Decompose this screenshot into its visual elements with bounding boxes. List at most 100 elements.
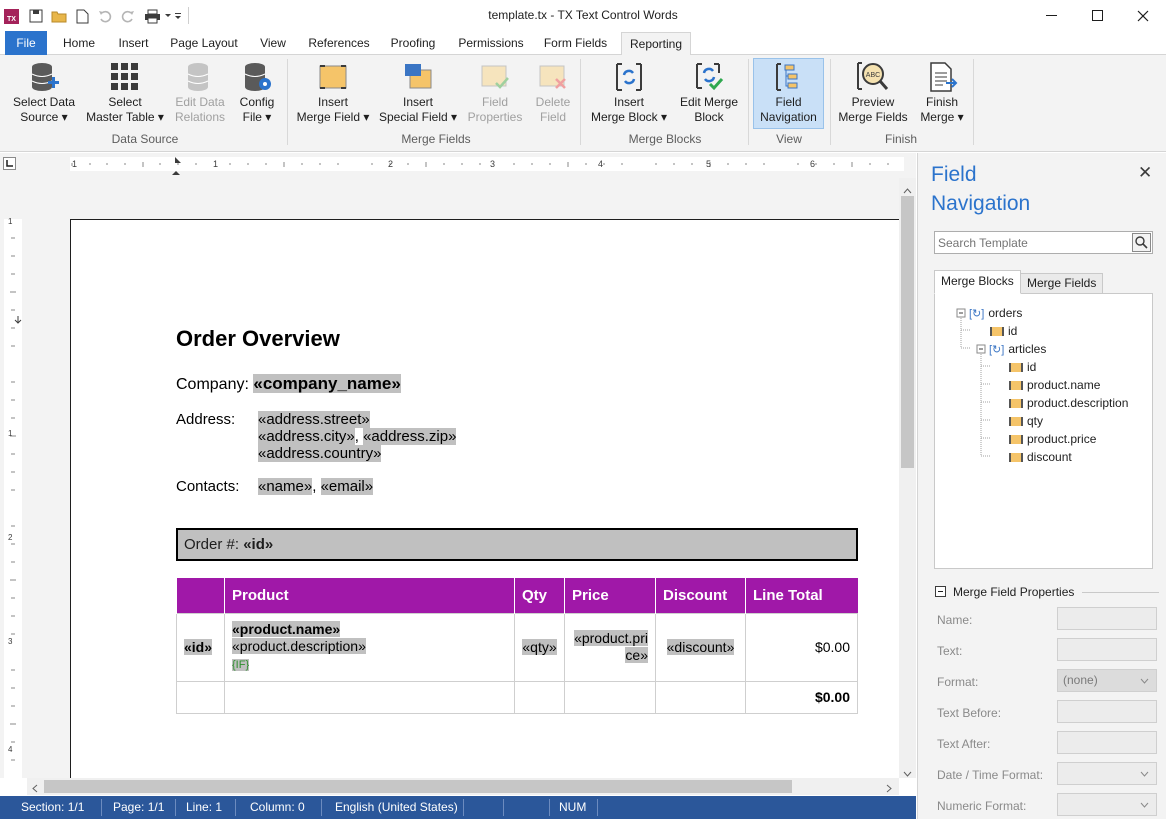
ribbon-separator: [973, 59, 974, 145]
search-template-input[interactable]: [935, 232, 1131, 253]
tab-page-layout[interactable]: Page Layout: [163, 32, 245, 55]
status-language[interactable]: English (United States): [335, 800, 458, 814]
field-navigation-button[interactable]: Field Navigation: [753, 58, 824, 129]
search-box: [934, 231, 1153, 254]
prop-text-before-label: Text Before:: [937, 706, 1002, 720]
tab-proofing[interactable]: Proofing: [382, 32, 444, 55]
merge-field-icon: [1009, 398, 1023, 408]
scroll-up-icon[interactable]: [903, 183, 912, 197]
prop-text-after-field[interactable]: [1057, 731, 1157, 754]
tab-file[interactable]: File: [5, 31, 47, 55]
contacts-label: Contacts:: [176, 478, 240, 495]
tab-insert[interactable]: Insert: [111, 32, 156, 55]
scroll-left-icon[interactable]: [32, 782, 38, 796]
insert-special-field-button[interactable]: Insert Special Field ▾: [378, 59, 458, 129]
select-data-source-label-2: Source ▾: [20, 110, 68, 124]
prop-format-label: Format:: [937, 675, 979, 689]
address-street-field[interactable]: «address.street»: [258, 411, 370, 428]
if-field[interactable]: {IF}: [232, 658, 250, 671]
tab-reporting[interactable]: Reporting: [621, 32, 691, 56]
tab-merge-blocks[interactable]: Merge Blocks: [934, 270, 1021, 294]
tree-node-field[interactable]: product.description: [1009, 396, 1128, 410]
horizontal-ruler[interactable]: 1 1 2 3 4 5 6: [0, 153, 916, 178]
select-data-source-button[interactable]: Select Data Source ▾: [8, 59, 80, 129]
edit-data-relations-button[interactable]: Edit Data Relations: [170, 59, 230, 129]
insert-merge-field-button[interactable]: Insert Merge Field ▾: [294, 59, 372, 129]
database-add-icon: [8, 59, 80, 95]
tree-node-articles[interactable]: [↻] articles: [989, 342, 1046, 356]
horizontal-scrollbar[interactable]: [27, 778, 899, 795]
product-description-field[interactable]: «product.description»: [232, 637, 366, 654]
tab-merge-fields[interactable]: Merge Fields: [1020, 273, 1104, 294]
horizontal-scroll-thumb[interactable]: [44, 780, 792, 793]
tree-label-field: discount: [1027, 450, 1072, 464]
document-area[interactable]: Order Overview Company: «company_name» A…: [27, 178, 899, 778]
prop-name-field[interactable]: [1057, 607, 1157, 630]
minimize-button[interactable]: [1029, 0, 1075, 31]
address-street-line: «address.street»: [258, 411, 370, 428]
delete-field-label-1: Delete: [535, 95, 571, 109]
tab-home[interactable]: Home: [53, 32, 105, 55]
tab-permissions[interactable]: Permissions: [451, 32, 531, 55]
vertical-scroll-thumb[interactable]: [901, 196, 914, 468]
panel-close-icon[interactable]: ✕: [1138, 163, 1152, 183]
status-section: Section: 1/1: [21, 800, 85, 814]
tree-node-field[interactable]: discount: [1009, 450, 1072, 464]
address-city-field[interactable]: «address.city»: [258, 428, 355, 445]
collapse-properties-icon[interactable]: [935, 586, 946, 597]
select-master-table-button[interactable]: Select Master Table ▾: [84, 59, 166, 129]
tree-node-field[interactable]: product.name: [1009, 378, 1100, 392]
discount-field[interactable]: «discount»: [666, 639, 735, 655]
tab-references[interactable]: References: [302, 32, 376, 55]
contact-email-field[interactable]: «email»: [320, 478, 374, 495]
tree-node-orders-id[interactable]: id: [990, 324, 1017, 338]
select-data-source-label-1: Select Data: [12, 95, 76, 109]
prop-numeric-format-select[interactable]: [1057, 793, 1157, 816]
tree-node-field[interactable]: product.price: [1009, 432, 1096, 446]
vertical-ruler[interactable]: 1 1 2 3 4: [0, 178, 27, 779]
scroll-right-icon[interactable]: [886, 782, 892, 796]
tab-form-fields[interactable]: Form Fields: [537, 32, 614, 55]
delete-field-icon: [528, 59, 578, 95]
total-value-cell: $0.00: [745, 680, 858, 714]
config-file-button[interactable]: Config File ▾: [234, 59, 280, 129]
merge-blocks-tree[interactable]: [↻] orders id [↻] articles id product.na…: [934, 293, 1153, 569]
preview-merge-fields-button[interactable]: ABC Preview Merge Fields: [836, 59, 910, 129]
panel-title-line-1: Field: [931, 163, 977, 186]
tab-view[interactable]: View: [252, 32, 294, 55]
tree-node-field[interactable]: qty: [1009, 414, 1043, 428]
qty-field[interactable]: «qty»: [522, 638, 557, 655]
product-name-field[interactable]: «product.name»: [232, 620, 341, 637]
ribbon-tabs: File Home Insert Page Layout View Refere…: [0, 31, 1166, 56]
prop-date-time-format-select[interactable]: [1057, 762, 1157, 785]
prop-format-select[interactable]: (none): [1057, 669, 1157, 692]
prop-text-before-field[interactable]: [1057, 700, 1157, 723]
row-id-field[interactable]: «id»: [184, 639, 213, 655]
tree-node-orders[interactable]: [↻] orders: [969, 306, 1022, 320]
contact-name-field[interactable]: «name»: [258, 478, 313, 495]
close-window-button[interactable]: [1120, 0, 1166, 31]
scroll-down-icon[interactable]: [903, 766, 912, 780]
search-icon[interactable]: [1132, 233, 1151, 252]
finish-merge-button[interactable]: Finish Merge ▾: [914, 59, 970, 129]
edit-merge-block-button[interactable]: Edit Merge Block: [674, 59, 744, 129]
header-product: Product: [224, 578, 515, 613]
prop-text-field[interactable]: [1057, 638, 1157, 661]
address-zip-field[interactable]: «address.zip»: [363, 428, 457, 445]
document-page[interactable]: Order Overview Company: «company_name» A…: [70, 219, 899, 778]
company-name-field[interactable]: «company_name»: [253, 374, 401, 393]
delete-field-button[interactable]: Delete Field: [528, 59, 578, 129]
vertical-scrollbar[interactable]: [899, 178, 916, 778]
prop-format-value: (none): [1063, 673, 1098, 687]
window-title: template.tx - TX Text Control Words: [488, 8, 678, 22]
tree-node-field[interactable]: id: [1009, 360, 1036, 374]
price-field[interactable]: «product.price»: [574, 630, 648, 663]
field-properties-button[interactable]: Field Properties: [464, 59, 526, 129]
row-qty-cell: «qty»: [514, 612, 565, 682]
insert-merge-block-button[interactable]: Insert Merge Block ▾: [588, 59, 670, 129]
field-properties-label-1: Field: [481, 95, 508, 109]
status-separator: [321, 799, 322, 816]
address-country-field[interactable]: «address.country»: [258, 445, 382, 462]
maximize-button[interactable]: [1075, 0, 1121, 31]
order-id-field[interactable]: «id»: [243, 536, 273, 553]
